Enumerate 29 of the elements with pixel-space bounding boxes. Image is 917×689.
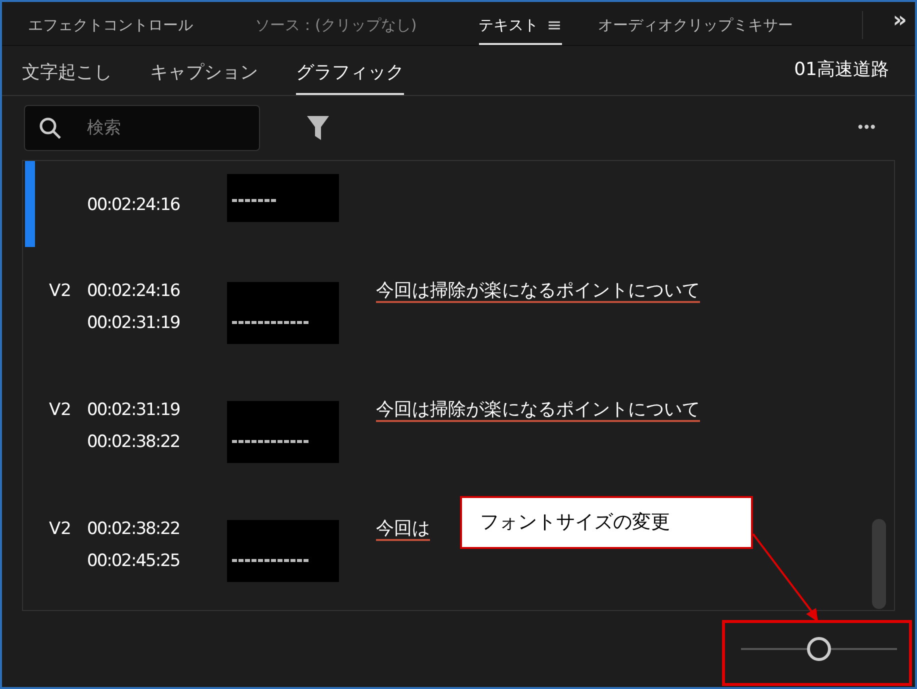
track-label: V2 xyxy=(49,400,72,420)
sub-tab[interactable]: 文字起こし xyxy=(22,51,112,95)
end-time: 00:02:31:19 xyxy=(87,312,181,334)
sub-tab[interactable]: キャプション xyxy=(150,51,258,95)
end-time: 00:02:38:22 xyxy=(87,431,181,453)
overflow-button[interactable]: » xyxy=(892,4,907,37)
sub-tab[interactable]: グラフィック xyxy=(296,51,404,95)
more-button[interactable]: ••• xyxy=(856,118,875,138)
panel-tab[interactable]: テキスト xyxy=(478,7,539,43)
start-time: 00:02:31:19 xyxy=(87,399,181,421)
annotation-callout: フォントサイズの変更 xyxy=(460,496,753,549)
sequence-name: 01高速道路 xyxy=(794,58,889,82)
filter-icon[interactable] xyxy=(306,115,330,141)
slider-thumb[interactable] xyxy=(807,637,831,661)
end-time: 00:02:24:16 xyxy=(87,194,181,216)
search-icon xyxy=(38,116,62,140)
font-size-slider[interactable] xyxy=(741,637,897,661)
panel-tab[interactable]: エフェクトコントロール xyxy=(28,7,193,45)
caption-text[interactable]: 今回は掃除が楽になるポイントについて xyxy=(376,280,700,303)
track-label: V2 xyxy=(49,281,72,301)
start-time: 00:02:24:16 xyxy=(87,280,181,302)
track-label: V2 xyxy=(49,519,72,539)
search-field[interactable]: 検索 xyxy=(24,105,260,151)
scrollbar[interactable] xyxy=(872,519,886,609)
caption-text[interactable]: 今回は xyxy=(376,518,430,541)
caption-text[interactable]: 今回は掃除が楽になるポイントについて xyxy=(376,399,700,422)
panel-tab[interactable]: オーディオクリップミキサー xyxy=(598,7,793,45)
start-time: 00:02:38:22 xyxy=(87,518,181,540)
end-time: 00:02:45:25 xyxy=(87,550,181,572)
